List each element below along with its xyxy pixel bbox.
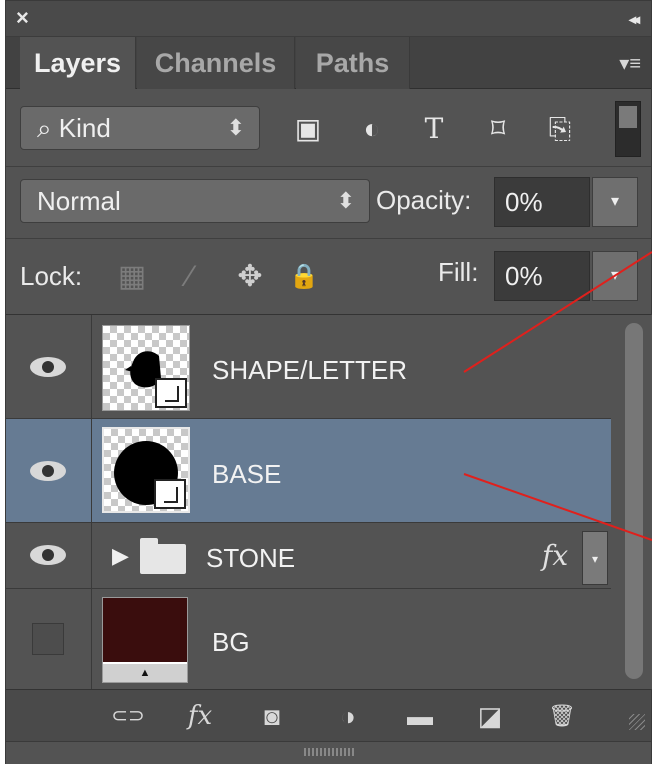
scrollbar-thumb[interactable] xyxy=(625,323,643,679)
panel-bottom-grip[interactable] xyxy=(6,741,651,764)
layer-filter-row: ⌕ Kind ⬍ ▣ ◐ T ⌑ ⎘ xyxy=(6,89,651,167)
new-adjustment-layer-icon[interactable]: ◑ xyxy=(328,700,368,732)
new-layer-icon[interactable]: ◪ xyxy=(470,700,510,732)
disclosure-triangle-icon[interactable]: ▶ xyxy=(112,543,129,569)
delete-layer-icon[interactable]: 🗑 xyxy=(542,700,582,732)
layers-toolbar: ⊂⊃ fx ◙ ◑ ▬ ◪ 🗑 xyxy=(6,689,651,741)
blend-opacity-row: Normal ⬍ Opacity: 0% ▾ xyxy=(6,167,651,239)
layer-row[interactable]: BG xyxy=(6,589,611,689)
panel-tabs: Layers Channels Paths ▾≡ xyxy=(6,37,651,89)
visibility-hidden-box[interactable] xyxy=(32,623,64,655)
visibility-cell[interactable] xyxy=(6,523,92,588)
filter-kind-dropdown[interactable]: ⌕ Kind ⬍ xyxy=(20,106,260,150)
eye-icon[interactable] xyxy=(30,545,66,565)
add-layer-style-icon[interactable]: fx xyxy=(180,700,220,732)
layer-thumbnail xyxy=(102,427,190,513)
visibility-cell[interactable] xyxy=(6,315,92,418)
layer-thumbnail xyxy=(102,597,188,683)
eye-icon[interactable] xyxy=(30,357,66,377)
tab-layers[interactable]: Layers xyxy=(20,37,136,89)
layer-thumbnail xyxy=(102,325,190,411)
fill-input[interactable]: 0% xyxy=(494,251,590,301)
layer-name[interactable]: BG xyxy=(212,627,250,658)
lock-image-pixels-icon[interactable]: ⁄ xyxy=(170,257,210,297)
layer-name[interactable]: BASE xyxy=(212,459,281,490)
dropdown-arrows-icon: ⬍ xyxy=(226,115,245,140)
lock-position-icon[interactable]: ✥ xyxy=(230,257,270,297)
lock-transparent-pixels-icon[interactable]: ▦ xyxy=(112,257,152,297)
layer-group-row[interactable]: ▶ STONE fx ▾ xyxy=(6,523,611,589)
layer-name[interactable]: SHAPE/LETTER xyxy=(212,355,407,386)
collapse-panel-icon[interactable]: ◂◂ xyxy=(629,11,640,28)
smart-object-badge-icon xyxy=(155,378,187,408)
add-mask-icon[interactable]: ◙ xyxy=(252,700,292,732)
layer-row[interactable]: BASE xyxy=(6,419,611,523)
resize-grip-icon[interactable] xyxy=(629,714,645,730)
smart-object-badge-icon xyxy=(154,479,186,509)
opacity-label: Opacity: xyxy=(376,185,472,215)
layers-scrollbar[interactable] xyxy=(611,315,652,689)
opacity-input[interactable]: 0% xyxy=(494,177,590,227)
tab-channels[interactable]: Channels xyxy=(137,37,295,89)
visibility-cell[interactable] xyxy=(6,589,92,689)
folder-icon xyxy=(140,538,186,574)
visibility-cell[interactable] xyxy=(6,419,92,522)
fill-label: Fill: xyxy=(438,257,479,287)
new-group-icon[interactable]: ▬ xyxy=(400,700,440,732)
expand-effects-button[interactable]: ▾ xyxy=(582,531,608,585)
lock-fill-row: Lock: ▦ ⁄ ✥ 🔒 Fill: 0% ▾ xyxy=(6,239,651,315)
smart-object-filter-icon[interactable]: ⎘ xyxy=(540,109,580,149)
dropdown-arrows-icon: ⬍ xyxy=(336,188,355,213)
layer-row[interactable]: SHAPE/LETTER xyxy=(6,315,611,419)
lock-all-icon[interactable]: 🔒 xyxy=(284,257,324,297)
panel-title-bar: × ◂◂ xyxy=(6,1,651,37)
lock-label: Lock: xyxy=(20,261,83,291)
blend-mode-dropdown[interactable]: Normal ⬍ xyxy=(20,179,370,223)
adjustment-filter-icon[interactable]: ◐ xyxy=(352,109,392,149)
close-icon[interactable]: × xyxy=(16,7,29,29)
shape-filter-icon[interactable]: ⌑ xyxy=(478,109,518,149)
opacity-dropdown-button[interactable]: ▾ xyxy=(592,177,638,227)
eye-icon[interactable] xyxy=(30,461,66,481)
blend-mode-value: Normal xyxy=(37,186,121,216)
type-filter-icon[interactable]: T xyxy=(414,109,454,149)
filter-kind-label: Kind xyxy=(58,113,111,143)
image-filter-icon[interactable]: ▣ xyxy=(288,109,328,149)
tab-paths[interactable]: Paths xyxy=(296,37,410,89)
search-icon: ⌕ xyxy=(37,113,52,143)
layer-effects-icon[interactable]: fx xyxy=(542,539,568,572)
layers-panel: × ◂◂ Layers Channels Paths ▾≡ ⌕ Kind ⬍ ▣… xyxy=(5,0,652,764)
link-layers-icon[interactable]: ⊂⊃ xyxy=(108,700,148,732)
panel-menu-icon[interactable]: ▾≡ xyxy=(619,51,641,76)
fill-dropdown-button[interactable]: ▾ xyxy=(592,251,638,301)
layer-name[interactable]: STONE xyxy=(206,543,295,574)
layers-list: SHAPE/LETTER BASE ▶ STONE fx ▾ ▲ BG xyxy=(6,315,611,689)
filter-toggle-switch[interactable] xyxy=(615,101,641,157)
